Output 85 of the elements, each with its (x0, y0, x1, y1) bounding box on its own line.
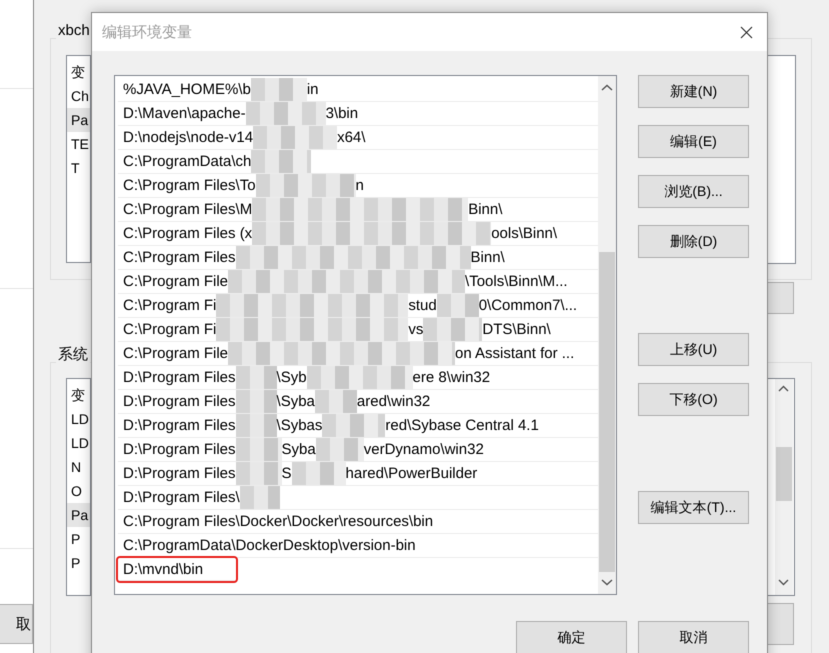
path-text: S (282, 464, 292, 484)
path-text: x64\ (337, 128, 366, 148)
variable-row[interactable]: TE (67, 132, 90, 156)
path-text: ools\Binn\ (491, 224, 558, 244)
scroll-up-icon[interactable] (601, 84, 613, 91)
path-text: on Assistant for ... (455, 344, 574, 364)
path-text: C:\ProgramData\DockerDesktop\version-bin (123, 536, 416, 556)
path-text: \Syb (276, 368, 307, 388)
variable-row[interactable]: N (67, 455, 90, 479)
path-text: D:\Program Files\ (123, 488, 240, 508)
mosaic-redaction (240, 486, 280, 509)
path-text: %JAVA_HOME%\b (123, 80, 251, 100)
variable-row[interactable]: Pa (67, 503, 90, 527)
path-text: D:\Program Files (123, 464, 236, 484)
action-button[interactable]: 新建(N) (638, 75, 749, 108)
cancel-button[interactable]: 取 (0, 604, 33, 644)
path-text: 3\bin (326, 104, 358, 124)
mosaic-redaction (292, 462, 346, 485)
variable-row[interactable]: T (67, 156, 90, 180)
cancel-button[interactable]: 取消 (638, 621, 749, 653)
path-text: D:\nodejs\node-v14 (123, 128, 254, 148)
mosaic-redaction (236, 462, 282, 485)
path-text: C:\Program Fi (123, 296, 216, 316)
group-label: 系统 (56, 345, 90, 364)
path-text: Syba (282, 440, 316, 460)
variable-row[interactable]: P (67, 527, 90, 551)
path-text: D:\Program Files (123, 416, 236, 436)
mosaic-redaction (250, 78, 307, 101)
path-text: C:\Program File (123, 344, 228, 364)
scrollbar-thumb[interactable] (776, 447, 792, 501)
path-text: n (356, 176, 364, 196)
path-text: D:\Program Files (123, 368, 236, 388)
path-text: in (306, 80, 319, 100)
action-button[interactable]: 上移(U) (638, 333, 749, 366)
group-label: xbch (56, 22, 92, 39)
mosaic-redaction (236, 414, 277, 437)
path-text: verDynamo\win32 (364, 440, 484, 460)
path-text: C:\ProgramData\ch (123, 152, 252, 172)
action-button[interactable]: 浏览(B)... (638, 175, 749, 208)
ok-button[interactable]: 确定 (516, 621, 627, 653)
path-text: D:\mvnd\bin (123, 560, 204, 580)
path-text: C:\Program Files\To (123, 176, 256, 196)
path-text: D:\Program Files (123, 392, 236, 412)
path-text: C:\Program Files (123, 248, 236, 268)
path-text: 0\Common7\... (478, 296, 578, 316)
mosaic-redaction (236, 438, 282, 461)
scroll-up-icon[interactable] (778, 385, 789, 392)
path-text: C:\Program Files (x (123, 224, 252, 244)
path-text: vs (408, 320, 424, 340)
variable-row[interactable]: O (67, 479, 90, 503)
scrollbar-thumb[interactable] (599, 252, 615, 572)
path-text: \Tools\Binn\M... (465, 272, 568, 292)
path-text: D:\Program Files (123, 440, 236, 460)
variable-row[interactable]: 变 (67, 60, 90, 84)
path-text: Binn\ (468, 200, 502, 220)
path-text: ared\win32 (356, 392, 430, 412)
close-icon[interactable] (740, 26, 753, 38)
variable-row[interactable]: P (67, 551, 90, 575)
path-text: ere 8\win32 (412, 368, 490, 388)
dialog-title: 编辑环境变量 (102, 22, 192, 42)
path-text: C:\Program Files\M (123, 200, 252, 220)
variable-row[interactable]: 变 (67, 383, 90, 407)
variable-row[interactable]: Ch (67, 84, 90, 108)
action-button[interactable]: 编辑(E) (638, 125, 749, 158)
path-text: hared\PowerBuilder (346, 464, 478, 484)
path-text: \Syba (276, 392, 315, 412)
scroll-down-icon[interactable] (601, 579, 613, 586)
mosaic-redaction (236, 390, 277, 413)
path-text: DTS\Binn\ (482, 320, 551, 340)
variable-row[interactable]: LD (67, 431, 90, 455)
path-text: C:\Program File (123, 272, 228, 292)
path-text: D:\Maven\apache- (123, 104, 246, 124)
path-text: C:\Program Fi (123, 320, 216, 340)
action-button[interactable]: 编辑文本(T)... (638, 491, 749, 524)
action-button[interactable]: 下移(O) (638, 383, 749, 416)
path-text: Binn\ (470, 248, 505, 268)
variable-row[interactable]: Pa (67, 108, 90, 132)
scroll-down-icon[interactable] (778, 579, 789, 586)
action-button[interactable]: 删除(D) (638, 225, 749, 258)
path-text: \Sybas (276, 416, 322, 436)
mosaic-redaction (316, 438, 364, 461)
variable-row[interactable]: LD (67, 407, 90, 431)
path-text: stud (408, 296, 437, 316)
path-text: red\Sybase Central 4.1 (385, 416, 539, 436)
path-text: C:\Program Files\Docker\Docker\resources\bin (123, 512, 434, 532)
